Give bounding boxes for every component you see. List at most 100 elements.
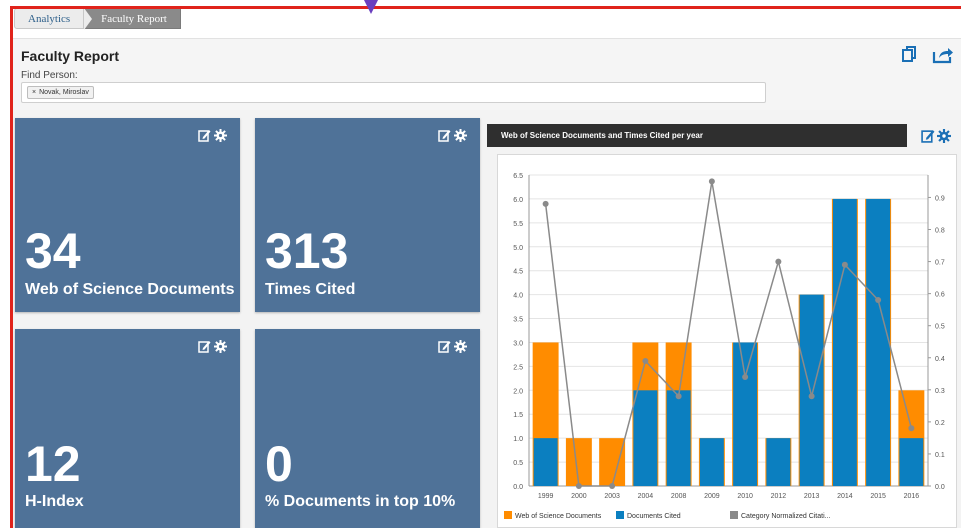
tile-value: 0 — [265, 436, 293, 492]
x-tick-label: 2000 — [571, 493, 587, 500]
line-point — [542, 200, 549, 207]
tile-top-10-percent[interactable]: 0 % Documents in top 10% — [255, 329, 480, 528]
y-right-tick-label: 0.2 — [935, 420, 945, 427]
tile-label: Times Cited — [265, 281, 356, 298]
x-tick-label: 2009 — [704, 493, 720, 500]
page-title: Faculty Report — [21, 48, 120, 64]
y-left-tick-label: 1.0 — [513, 436, 523, 443]
bar-documents-cited — [633, 390, 658, 486]
line-point — [775, 258, 782, 265]
x-tick-label: 1999 — [538, 493, 554, 500]
y-left-tick-label: 3.5 — [513, 317, 523, 324]
edit-icon[interactable] — [198, 340, 211, 358]
bar-documents-cited — [533, 438, 558, 486]
x-tick-label: 2012 — [771, 493, 787, 500]
find-person-input[interactable]: × Novak, Miroslav — [21, 82, 766, 103]
x-tick-label: 2013 — [804, 493, 820, 500]
legend-swatch — [504, 511, 512, 519]
line-point — [708, 178, 715, 185]
edit-icon[interactable] — [438, 340, 451, 358]
tile-times-cited[interactable]: 313 Times Cited — [255, 118, 480, 312]
gear-icon[interactable] — [214, 129, 227, 147]
bar-documents-cited — [733, 342, 758, 486]
y-left-tick-label: 2.0 — [513, 388, 523, 395]
copy-icon[interactable] — [902, 46, 917, 68]
person-chip[interactable]: × Novak, Miroslav — [27, 86, 94, 99]
bar-wos-documents — [565, 438, 592, 486]
line-point — [575, 483, 582, 489]
bar-documents-cited — [899, 438, 924, 486]
bar-documents-cited — [766, 438, 791, 486]
y-left-tick-label: 6.5 — [513, 173, 523, 180]
tile-value: 313 — [265, 223, 349, 279]
legend-swatch — [730, 511, 738, 519]
chart-svg: 0.0 0.5 1.0 1.5 2.0 2.5 3.0 3.5 4.0 4.5 5.0 5.5 6.0 6… — [504, 173, 945, 520]
y-left-tick-label: 1.5 — [513, 412, 523, 419]
y-right-tick-label: 0.7 — [935, 260, 945, 267]
y-right-tick-label: 0.0 — [935, 484, 945, 491]
y-left-tick-label: 0.0 — [513, 484, 523, 491]
pointer-marker — [364, 0, 378, 14]
y-right-tick-label: 0.9 — [935, 195, 945, 202]
x-tick-label: 2003 — [604, 493, 620, 500]
legend-label: Documents Cited — [627, 513, 681, 520]
bar-documents-cited — [699, 438, 724, 486]
y-right-tick-label: 0.1 — [935, 452, 945, 459]
y-right-tick-label: 0.8 — [935, 228, 945, 235]
x-tick-label: 2010 — [737, 493, 753, 500]
y-left-tick-label: 3.0 — [513, 340, 523, 347]
y-left-tick-label: 0.5 — [513, 460, 523, 467]
breadcrumb-analytics[interactable]: Analytics — [14, 8, 85, 29]
y-left-tick-label: 4.0 — [513, 293, 523, 300]
find-person-label: Find Person: — [21, 70, 78, 81]
x-tick-label: 2008 — [671, 493, 687, 500]
person-chip-label: Novak, Miroslav — [39, 89, 89, 96]
tile-h-index[interactable]: 12 H-Index — [15, 329, 240, 528]
edit-icon[interactable] — [198, 129, 211, 147]
edit-icon[interactable] — [438, 129, 451, 147]
x-tick-label: 2014 — [837, 493, 853, 500]
y-left-tick-label: 6.0 — [513, 197, 523, 204]
line-point — [642, 357, 649, 364]
tile-value: 12 — [25, 436, 81, 492]
line-point — [908, 425, 915, 432]
line-point — [609, 483, 616, 489]
y-left-tick-label: 4.5 — [513, 269, 523, 276]
tile-wos-documents[interactable]: 34 Web of Science Documents — [15, 118, 240, 312]
bar-documents-cited — [866, 198, 891, 486]
chart-title: Web of Science Documents and Times Cited… — [487, 124, 907, 147]
line-point — [841, 261, 848, 268]
tile-label: Web of Science Documents — [25, 281, 235, 298]
bar-documents-cited — [832, 198, 857, 486]
tile-label: H-Index — [25, 493, 84, 510]
chart-area: 0.0 0.5 1.0 1.5 2.0 2.5 3.0 3.5 4.0 4.5 5.0 5.5 6.0 6… — [497, 154, 957, 528]
y-left-tick-label: 5.5 — [513, 221, 523, 228]
legend-swatch — [616, 511, 624, 519]
legend-label: Category Normalized Citati... — [741, 513, 831, 520]
y-right-tick-label: 0.4 — [935, 356, 945, 363]
gear-icon[interactable] — [454, 129, 467, 147]
line-point — [742, 373, 749, 380]
chip-remove-icon[interactable]: × — [32, 89, 36, 96]
bar-wos-documents — [599, 438, 626, 486]
breadcrumb: Analytics Faculty Report — [14, 8, 181, 30]
y-left-tick-label: 2.5 — [513, 364, 523, 371]
tile-label: % Documents in top 10% — [265, 493, 456, 510]
legend-label: Web of Science Documents — [515, 513, 602, 520]
gear-icon[interactable] — [454, 340, 467, 358]
x-tick-label: 2016 — [904, 493, 920, 500]
line-point — [675, 393, 682, 400]
y-right-tick-label: 0.3 — [935, 388, 945, 395]
x-tick-label: 2004 — [638, 493, 654, 500]
line-point — [808, 393, 815, 400]
y-right-tick-label: 0.5 — [935, 324, 945, 331]
gear-icon[interactable] — [937, 129, 951, 148]
share-icon[interactable] — [932, 46, 954, 69]
x-tick-label: 2015 — [870, 493, 886, 500]
tile-value: 34 — [25, 223, 81, 279]
bar-documents-cited — [666, 390, 691, 486]
bar-documents-cited — [799, 294, 824, 486]
edit-icon[interactable] — [921, 129, 935, 148]
breadcrumb-faculty-report[interactable]: Faculty Report — [84, 8, 181, 30]
gear-icon[interactable] — [214, 340, 227, 358]
